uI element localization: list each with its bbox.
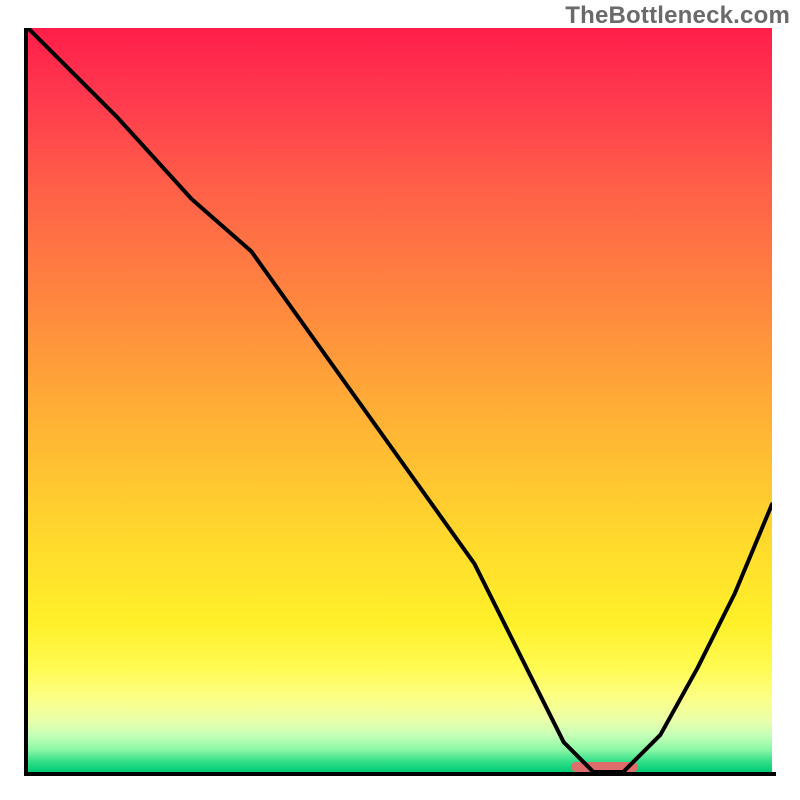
bottleneck-curve: [28, 28, 772, 772]
x-axis-line: [24, 772, 776, 776]
watermark-text: TheBottleneck.com: [565, 2, 790, 30]
plot-area: [28, 28, 772, 772]
chart-frame: TheBottleneck.com: [0, 0, 800, 800]
